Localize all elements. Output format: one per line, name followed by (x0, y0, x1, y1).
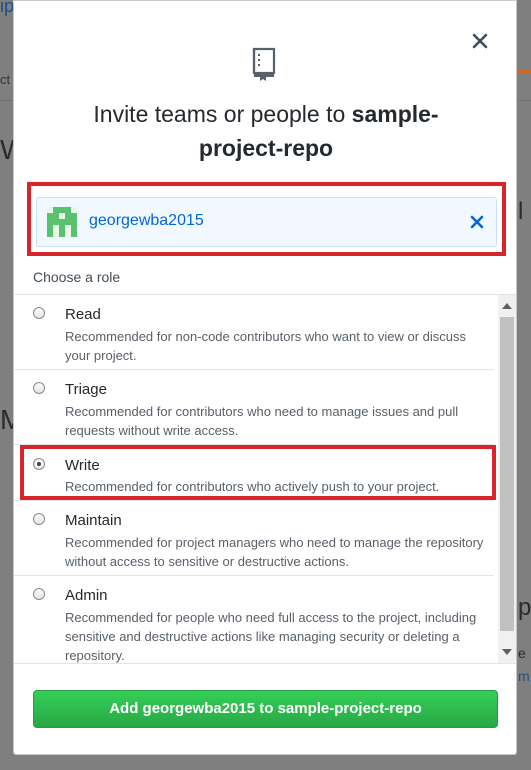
role-list-scrollbar[interactable] (498, 295, 516, 663)
bg-text-fragment: ct (0, 72, 11, 87)
role-option-triage[interactable]: Triage Recommended for contributors who … (14, 370, 494, 445)
bg-text-fragment: p (518, 594, 531, 621)
close-icon[interactable] (470, 31, 490, 51)
bg-text-fragment: ip (0, 0, 15, 16)
title-prefix: Invite teams or people to (93, 101, 352, 127)
bg-orange-accent (518, 70, 531, 74)
role-name: Maintain (65, 512, 122, 529)
scroll-down-icon[interactable] (502, 649, 512, 655)
role-name: Admin (65, 587, 108, 604)
role-option-read[interactable]: Read Recommended for non-code contributo… (14, 295, 494, 370)
role-heading: Choose a role (33, 269, 121, 285)
bg-divider (0, 100, 13, 101)
bg-text-fragment: m (518, 668, 530, 684)
role-description: Recommended for people who need full acc… (65, 610, 477, 663)
dialog-title: Invite teams or people to sample-project… (54, 97, 478, 165)
bg-divider (518, 100, 531, 101)
role-description: Recommended for project managers who nee… (65, 535, 484, 569)
highlight-annotation-user (27, 182, 506, 256)
role-description: Recommended for non-code contributors wh… (65, 329, 467, 363)
role-name: Triage (65, 381, 107, 398)
role-description: Recommended for contributors who need to… (65, 404, 459, 438)
invite-dialog: Invite teams or people to sample-project… (13, 0, 517, 755)
scroll-up-icon[interactable] (502, 303, 512, 309)
radio-maintain[interactable] (33, 513, 45, 525)
role-name: Read (65, 306, 101, 323)
radio-read[interactable] (33, 307, 45, 319)
scroll-thumb[interactable] (500, 317, 514, 631)
role-option-admin[interactable]: Admin Recommended for people who need fu… (14, 576, 494, 663)
bg-text-fragment: l (518, 198, 524, 225)
repo-icon (252, 47, 276, 81)
radio-triage[interactable] (33, 382, 45, 394)
add-collaborator-button[interactable]: Add georgewba2015 to sample-project-repo (33, 690, 498, 728)
role-option-maintain[interactable]: Maintain Recommended for project manager… (14, 501, 494, 576)
radio-admin[interactable] (33, 588, 45, 600)
bg-text-fragment: e (518, 645, 526, 661)
highlight-annotation-write (20, 445, 496, 500)
